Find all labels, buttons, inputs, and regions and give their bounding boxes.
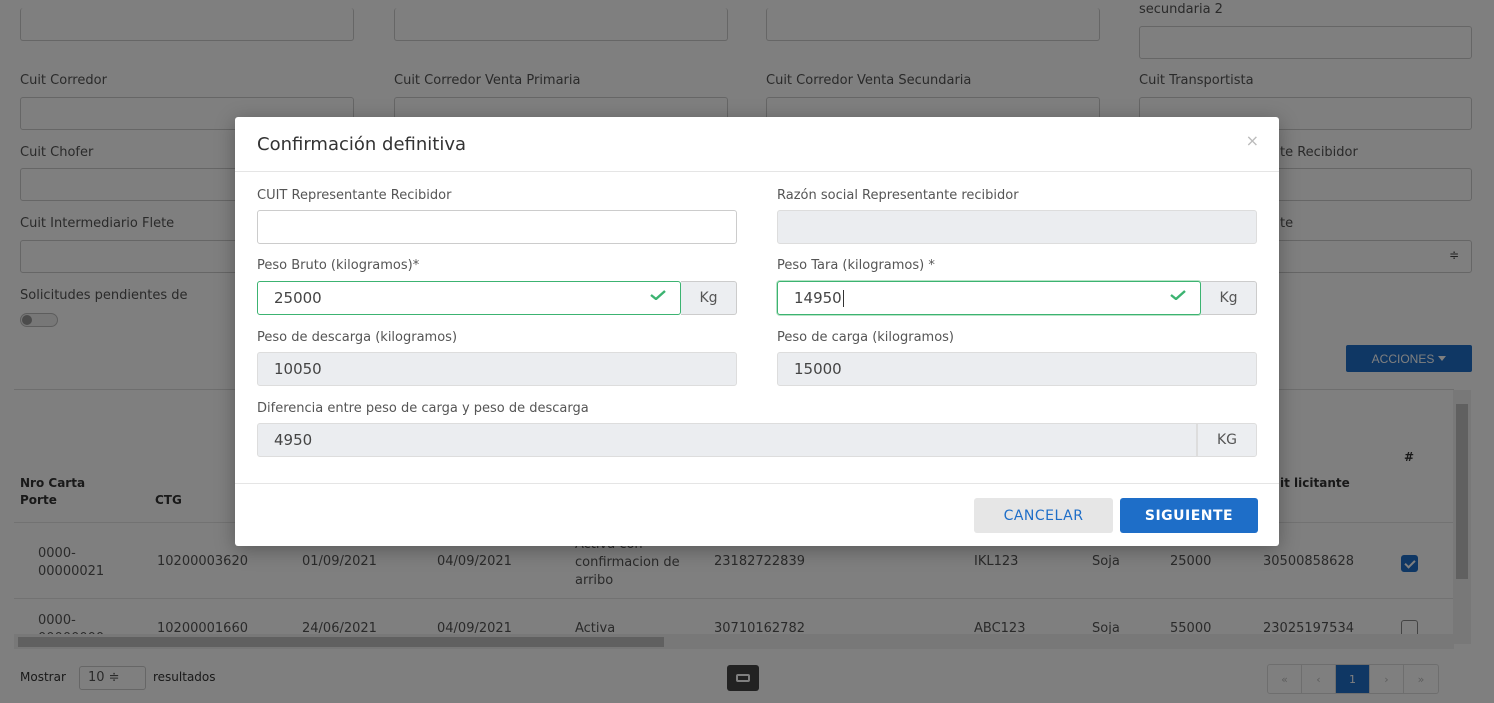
cancel-button[interactable]: CANCELAR [974, 498, 1113, 533]
peso-carga-input: 15000 [777, 352, 1257, 386]
text-cursor [842, 290, 844, 307]
peso-bruto-input[interactable]: 25000 [257, 281, 681, 315]
confirmacion-modal: Confirmación definitiva × CUIT Represent… [235, 117, 1279, 546]
cuit-representante-input[interactable] [257, 210, 737, 244]
peso-descarga-input: 10050 [257, 352, 737, 386]
peso-descarga-label: Peso de descarga (kilogramos) [257, 330, 458, 345]
next-button[interactable]: SIGUIENTE [1120, 498, 1258, 533]
peso-tara-label: Peso Tara (kilogramos) * [777, 258, 935, 273]
peso-tara-unit: Kg [1201, 281, 1257, 315]
check-valid-icon [1170, 290, 1186, 300]
close-icon[interactable]: × [1246, 131, 1259, 150]
modal-header: Confirmación definitiva × [235, 117, 1279, 172]
peso-tara-input[interactable]: 14950 [777, 281, 1201, 315]
peso-bruto-label: Peso Bruto (kilogramos)* [257, 258, 420, 273]
diferencia-unit: KG [1197, 423, 1257, 457]
peso-bruto-unit: Kg [681, 281, 737, 315]
razon-social-input [777, 210, 1257, 244]
razon-social-label: Razón social Representante recibidor [777, 188, 1019, 203]
diferencia-input: 4950 [257, 423, 1197, 457]
modal-title: Confirmación definitiva [257, 134, 467, 155]
diferencia-label: Diferencia entre peso de carga y peso de… [257, 401, 589, 416]
check-valid-icon [650, 290, 666, 300]
peso-tara-value: 14950 [794, 289, 842, 307]
cuit-representante-label: CUIT Representante Recibidor [257, 188, 452, 203]
peso-bruto-value: 25000 [274, 289, 322, 307]
peso-carga-label: Peso de carga (kilogramos) [777, 330, 954, 345]
